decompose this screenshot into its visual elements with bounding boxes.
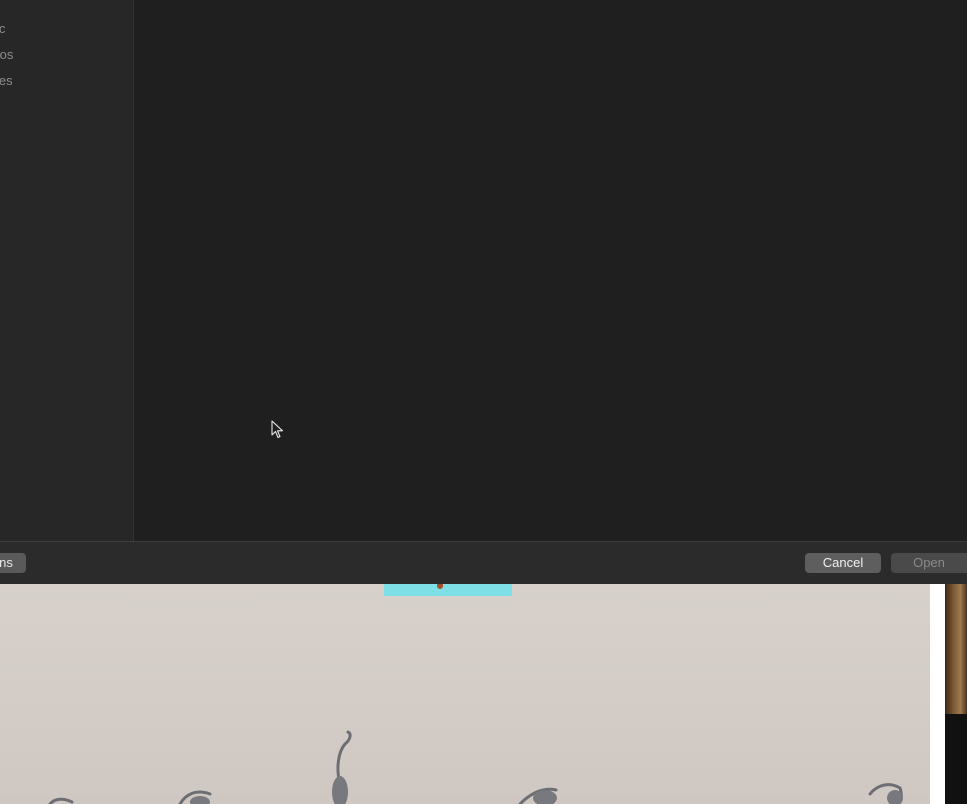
- sidebar: ic tos ies: [0, 0, 134, 541]
- mouse-pointer-icon: [271, 420, 285, 445]
- open-button[interactable]: Open: [891, 553, 967, 573]
- sidebar-item-movies[interactable]: ies: [0, 72, 13, 90]
- herons-illustration: [48, 730, 903, 804]
- options-button[interactable]: ns: [0, 553, 26, 573]
- options-button-label: ns: [0, 555, 13, 570]
- file-browser-area[interactable]: [134, 0, 967, 541]
- background-photo-area: [0, 584, 967, 804]
- open-button-label: Open: [913, 555, 945, 570]
- cancel-button-label: Cancel: [822, 555, 864, 570]
- heron-photo: [0, 584, 930, 804]
- sidebar-item-music[interactable]: ic: [0, 20, 5, 38]
- dialog-footer: ns Cancel Open: [0, 541, 967, 585]
- side-photo-bottom: [945, 714, 967, 804]
- side-photo: [945, 584, 967, 804]
- sidebar-item-photos[interactable]: tos: [0, 46, 13, 64]
- open-file-dialog: ic tos ies ns Cancel Open: [0, 0, 967, 585]
- side-photo-top: [945, 584, 967, 714]
- cancel-button[interactable]: Cancel: [805, 553, 881, 573]
